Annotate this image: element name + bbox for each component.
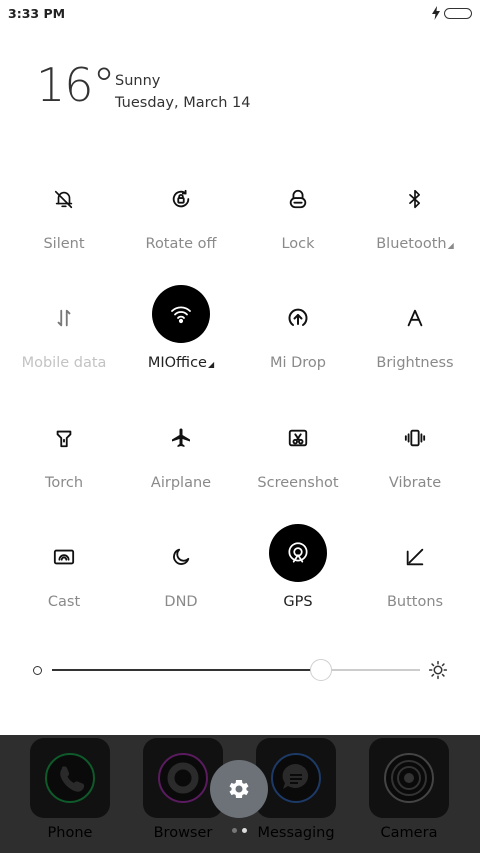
toggle-dnd[interactable]: DND bbox=[123, 524, 239, 624]
vibrate-icon bbox=[386, 409, 444, 467]
airplane-icon bbox=[152, 409, 210, 467]
screenshot-icon bbox=[269, 409, 327, 467]
toggle-label: Mobile data bbox=[21, 355, 107, 371]
battery-icon bbox=[444, 8, 472, 19]
mobile-data-icon bbox=[35, 289, 93, 347]
toggle-rotate-off[interactable]: Rotate off bbox=[123, 166, 239, 266]
status-time: 3:33 PM bbox=[8, 6, 66, 21]
brightness-low-icon bbox=[33, 666, 42, 675]
expand-triangle-icon: ◢ bbox=[447, 241, 454, 250]
page-indicator bbox=[232, 828, 252, 834]
toggle-silent[interactable]: Silent bbox=[6, 166, 122, 266]
weather-date: Tuesday, March 14 bbox=[115, 95, 251, 111]
buttons-icon bbox=[386, 528, 444, 586]
brightness-thumb[interactable] bbox=[309, 659, 332, 681]
brightness-track[interactable] bbox=[52, 659, 420, 681]
settings-button[interactable] bbox=[210, 760, 268, 818]
wifi-icon bbox=[152, 285, 210, 343]
status-bar: 3:33 PM bbox=[0, 0, 480, 28]
toggle-label: Lock bbox=[281, 236, 315, 252]
toggle-brightness[interactable]: Brightness bbox=[357, 285, 473, 385]
toggle-torch[interactable]: Torch bbox=[6, 405, 122, 505]
torch-icon bbox=[35, 409, 93, 467]
toggle-label: Vibrate bbox=[388, 475, 442, 491]
toggle-label: Brightness bbox=[376, 355, 454, 371]
dock-app-label: Phone bbox=[47, 825, 93, 841]
dock-app-phone[interactable]: Phone bbox=[25, 738, 115, 848]
toggle-wifi[interactable]: MIOffice◢ bbox=[123, 281, 239, 381]
toggle-mobile-data[interactable]: Mobile data bbox=[6, 285, 122, 385]
toggle-airplane[interactable]: Airplane bbox=[123, 405, 239, 505]
dock-app-label: Messaging bbox=[257, 825, 335, 841]
cast-icon bbox=[35, 528, 93, 586]
toggle-label: Cast bbox=[47, 594, 81, 610]
weather-temperature: 16° bbox=[36, 58, 116, 112]
moon-icon bbox=[152, 528, 210, 586]
toggle-screenshot[interactable]: Screenshot bbox=[240, 405, 356, 505]
brightness-slider[interactable] bbox=[30, 655, 450, 685]
gps-icon bbox=[269, 524, 327, 582]
toggle-cast[interactable]: Cast bbox=[6, 524, 122, 624]
messaging-icon bbox=[256, 738, 336, 818]
toggle-label: Mi Drop bbox=[269, 355, 327, 371]
toggle-buttons[interactable]: Buttons bbox=[357, 524, 473, 624]
toggle-label: Screenshot bbox=[257, 475, 339, 491]
auto-brightness-icon bbox=[386, 289, 444, 347]
mi-drop-icon bbox=[269, 289, 327, 347]
bell-off-icon bbox=[35, 170, 93, 228]
toggle-label: Rotate off bbox=[145, 236, 217, 252]
rotate-lock-icon bbox=[152, 170, 210, 228]
expand-triangle-icon: ◢ bbox=[207, 360, 215, 369]
sun-icon bbox=[428, 660, 448, 684]
charging-icon bbox=[431, 5, 441, 24]
toggle-lock[interactable]: Lock bbox=[240, 166, 356, 266]
toggle-mi-drop[interactable]: Mi Drop bbox=[240, 285, 356, 385]
dock-app-label: Camera bbox=[380, 825, 438, 841]
toggle-label: Airplane bbox=[150, 475, 212, 491]
toggle-vibrate[interactable]: Vibrate bbox=[357, 405, 473, 505]
bluetooth-icon bbox=[386, 170, 444, 228]
brightness-fill bbox=[52, 669, 321, 671]
toggle-label: MIOffice◢ bbox=[147, 355, 215, 371]
gear-icon bbox=[229, 780, 249, 798]
toggle-gps[interactable]: GPS bbox=[240, 520, 356, 620]
lock-icon bbox=[269, 170, 327, 228]
toggle-label: GPS bbox=[283, 594, 313, 610]
toggle-label: DND bbox=[164, 594, 198, 610]
toggle-label: Silent bbox=[43, 236, 85, 252]
toggle-label: Torch bbox=[44, 475, 84, 491]
dock-app-camera[interactable]: Camera bbox=[364, 738, 454, 848]
toggle-bluetooth[interactable]: Bluetooth◢ bbox=[357, 166, 473, 266]
dock-app-label: Browser bbox=[153, 825, 213, 841]
toggle-label: Buttons bbox=[386, 594, 444, 610]
weather-condition: Sunny bbox=[115, 73, 161, 89]
camera-icon bbox=[369, 738, 449, 818]
phone-icon bbox=[30, 738, 110, 818]
toggle-label: Bluetooth◢ bbox=[376, 236, 454, 252]
